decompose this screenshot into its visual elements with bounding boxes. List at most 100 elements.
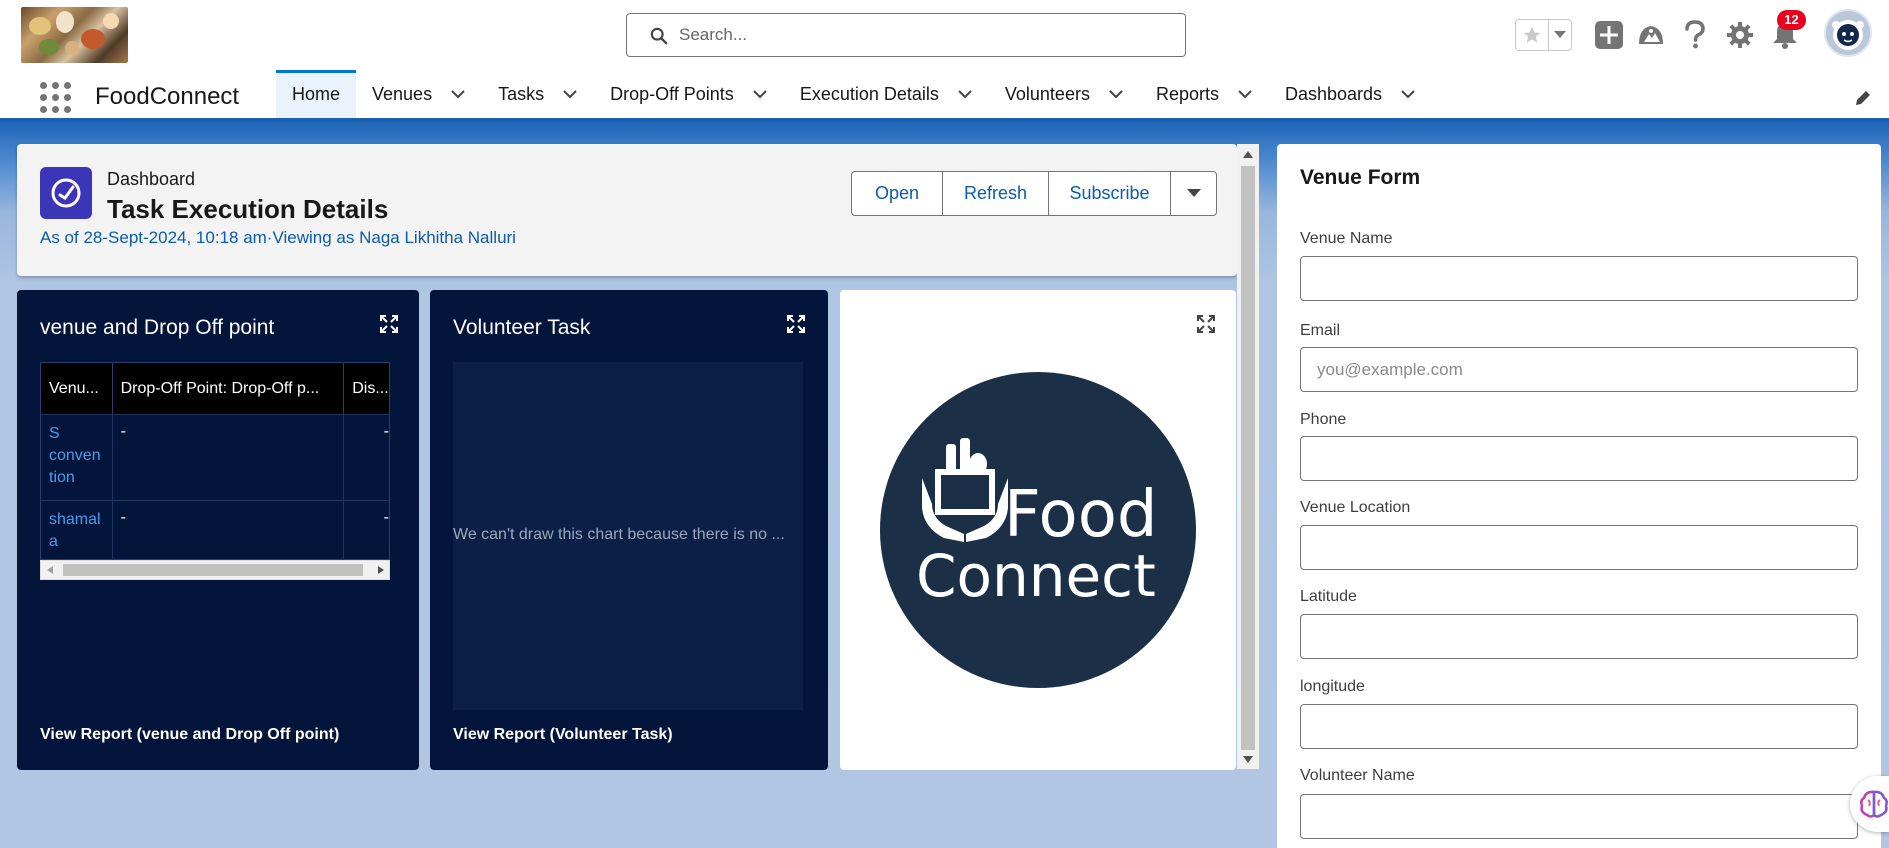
chevron-down-icon[interactable] — [752, 89, 768, 99]
column-header-dropoff[interactable]: Drop-Off Point: Drop-Off p... — [112, 363, 345, 414]
latitude-label: Latitude — [1300, 588, 1357, 605]
global-actions-button[interactable] — [1592, 18, 1626, 52]
favorites-list-button[interactable] — [1549, 20, 1571, 50]
scrollbar-thumb[interactable] — [63, 564, 363, 576]
tab-tasks[interactable]: Tasks — [482, 70, 594, 118]
chevron-down-icon[interactable] — [562, 89, 578, 99]
table-cell: - — [113, 415, 345, 500]
scroll-right-arrow-icon[interactable] — [377, 565, 385, 575]
column-header-distance[interactable]: Dis... — [344, 363, 389, 414]
dashboard-type-label: Dashboard — [107, 169, 196, 189]
scrollbar-thumb[interactable] — [1241, 166, 1255, 750]
as-of-timestamp: As of 28-Sept-2024, 10:18 am·Viewing as … — [40, 228, 516, 247]
venue-link[interactable]: shamal a — [41, 501, 113, 559]
longitude-field[interactable] — [1300, 704, 1858, 749]
nav-tabs: Home Venues Tasks Drop-Off Points Execut… — [276, 70, 1432, 118]
venue-name-label: Venue Name — [1300, 230, 1393, 247]
search-input[interactable] — [679, 22, 1159, 48]
email-label: Email — [1300, 322, 1341, 339]
email-field[interactable] — [1300, 347, 1858, 392]
table-header-row: Venu... Drop-Off Point: Drop-Off p... Di… — [41, 363, 389, 415]
tab-volunteers[interactable]: Volunteers — [989, 70, 1140, 118]
venue-name-field[interactable] — [1300, 256, 1858, 301]
global-header: 12 — [0, 0, 1889, 70]
empty-chart-message: We can't draw this chart because there i… — [453, 526, 785, 543]
volunteer-task-widget: Volunteer Task We can't draw this chart … — [430, 290, 828, 770]
chevron-down-icon[interactable] — [1400, 89, 1416, 99]
foodconnect-logo-widget: Food Connect — [840, 290, 1236, 770]
widget-title: venue and Drop Off point — [40, 316, 275, 339]
edit-nav-pencil-icon[interactable] — [1853, 88, 1873, 108]
expand-icon[interactable] — [1196, 314, 1216, 334]
chevron-down-icon[interactable] — [957, 89, 973, 99]
venue-link[interactable]: S conven tion — [41, 415, 113, 500]
page-title: Task Execution Details — [107, 194, 389, 224]
dashboard-scrollbar[interactable] — [1237, 144, 1259, 769]
astro-avatar-icon — [1832, 20, 1864, 50]
dashboard-actions: Open Refresh Subscribe — [851, 171, 1217, 216]
tab-label: Volunteers — [1004, 83, 1090, 104]
volunteer-name-field[interactable] — [1300, 794, 1858, 839]
help-icon — [1685, 20, 1705, 49]
logo-text-food: Food — [1004, 478, 1158, 552]
widget-title: Volunteer Task — [453, 316, 591, 339]
tab-label: Reports — [1155, 83, 1219, 104]
app-name: FoodConnect — [95, 83, 240, 110]
app-navigation-bar: FoodConnect Home Venues Tasks Drop-Off P… — [0, 70, 1889, 122]
expand-icon[interactable] — [379, 314, 399, 334]
star-icon — [1523, 26, 1541, 43]
brain-icon — [1860, 790, 1888, 818]
notification-count-badge: 12 — [1777, 10, 1806, 30]
help-button[interactable] — [1678, 18, 1712, 52]
refresh-button[interactable]: Refresh — [943, 172, 1049, 215]
view-report-link[interactable]: View Report (venue and Drop Off point) — [40, 726, 339, 744]
tab-execution-details[interactable]: Execution Details — [784, 70, 989, 118]
latitude-field[interactable] — [1300, 614, 1858, 659]
more-actions-button[interactable] — [1171, 172, 1216, 215]
setup-button[interactable] — [1723, 18, 1757, 52]
venue-location-field[interactable] — [1300, 525, 1858, 570]
expand-icon[interactable] — [786, 314, 806, 334]
report-table: Venu... Drop-Off Point: Drop-Off p... Di… — [40, 362, 390, 560]
phone-field[interactable] — [1300, 436, 1858, 481]
tab-reports[interactable]: Reports — [1140, 70, 1269, 118]
add-icon — [1595, 21, 1623, 49]
scroll-left-arrow-icon[interactable] — [46, 565, 54, 575]
empty-chart-area: We can't draw this chart because there i… — [453, 362, 803, 710]
caret-down-icon — [1186, 189, 1201, 197]
phone-label: Phone — [1300, 411, 1347, 428]
tab-drop-off-points[interactable]: Drop-Off Points — [594, 70, 784, 118]
table-cell: - — [383, 423, 389, 440]
tab-label: Execution Details — [799, 83, 939, 104]
app-launcher-icon[interactable] — [40, 82, 72, 114]
table-cell: - — [383, 509, 389, 526]
scroll-down-arrow-icon[interactable] — [1242, 754, 1254, 764]
view-report-link[interactable]: View Report (Volunteer Task) — [453, 726, 673, 744]
chevron-down-icon[interactable] — [1108, 89, 1124, 99]
venue-dropoff-widget: venue and Drop Off point Venu... Drop-Of… — [17, 290, 419, 770]
search-icon — [650, 27, 668, 45]
trailhead-icon — [1639, 26, 1663, 44]
table-horizontal-scrollbar[interactable] — [40, 560, 390, 580]
global-search[interactable] — [626, 13, 1186, 57]
user-avatar[interactable] — [1824, 9, 1872, 57]
subscribe-button[interactable]: Subscribe — [1049, 172, 1171, 215]
hands-holding-box-icon — [922, 438, 1008, 542]
logo-text-connect: Connect — [916, 542, 1156, 610]
chevron-down-icon[interactable] — [1237, 89, 1253, 99]
tab-label: Tasks — [498, 83, 545, 104]
scroll-up-arrow-icon[interactable] — [1242, 150, 1254, 160]
org-logo-image[interactable] — [21, 7, 128, 63]
column-header-venue[interactable]: Venu... — [41, 363, 113, 414]
chevron-down-icon[interactable] — [450, 89, 466, 99]
tab-venues[interactable]: Venues — [356, 70, 482, 118]
gear-icon — [1727, 22, 1753, 48]
open-button[interactable]: Open — [852, 172, 943, 215]
favorites-star-button[interactable] — [1516, 20, 1550, 50]
favorites-control — [1515, 19, 1572, 51]
dashboard-icon — [40, 167, 92, 219]
tab-home[interactable]: Home — [276, 70, 357, 118]
volunteer-name-label: Volunteer Name — [1300, 767, 1415, 784]
tab-dashboards[interactable]: Dashboards — [1269, 70, 1432, 118]
trailhead-button[interactable] — [1634, 18, 1668, 52]
